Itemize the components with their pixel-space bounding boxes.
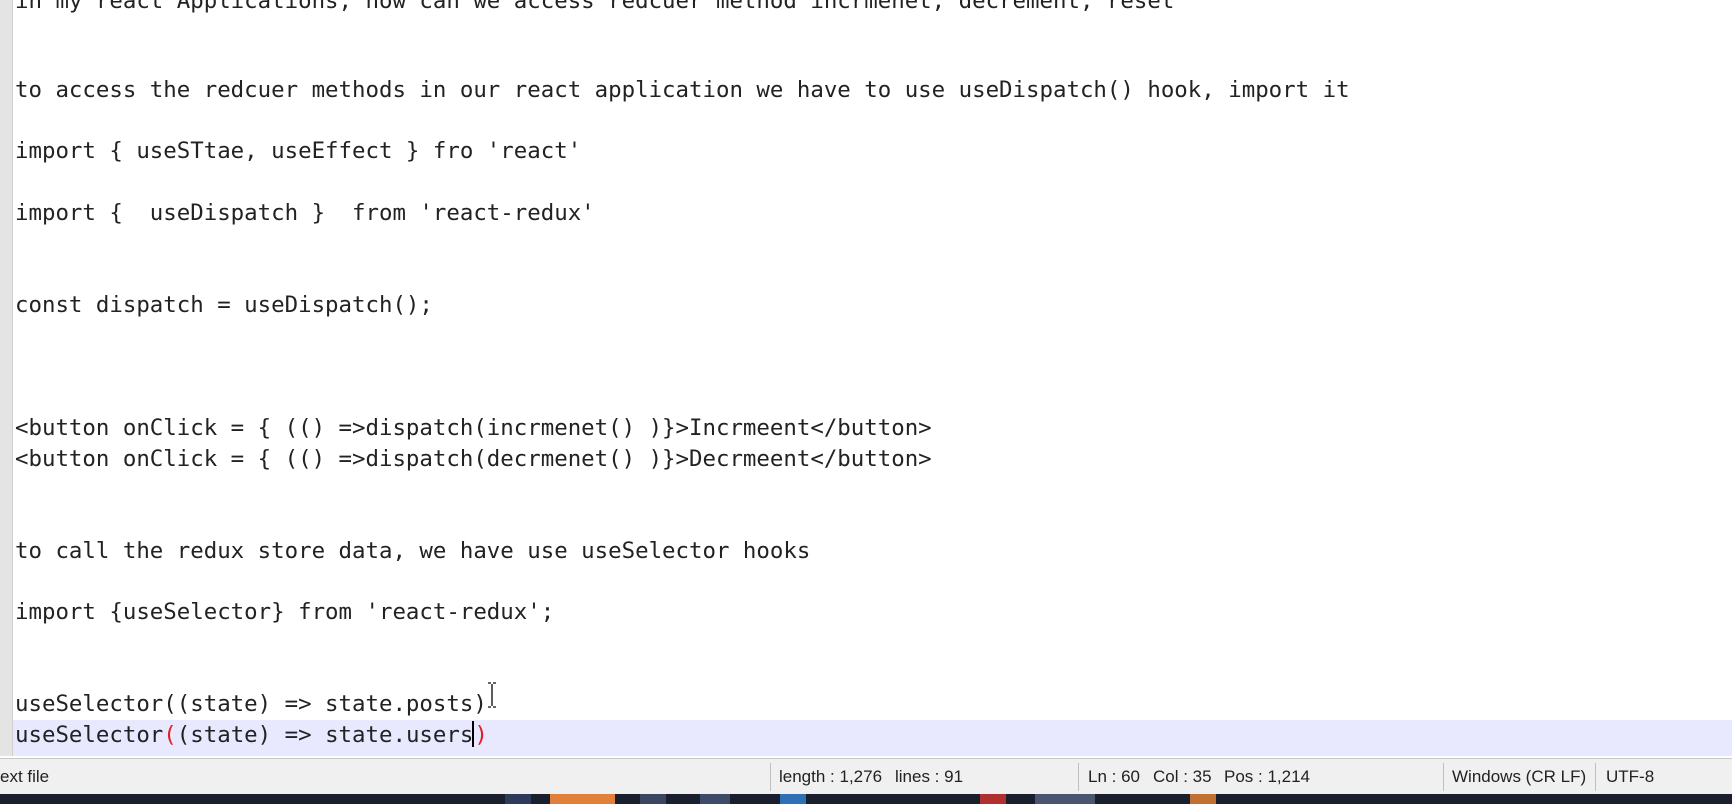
taskbar-app-icon[interactable]: [700, 794, 730, 804]
status-bar: ext file length : 1,276 lines : 91 Ln : …: [0, 758, 1732, 795]
code-line: import { useSTtae, useEffect } fro 'reac…: [15, 138, 582, 164]
taskbar-app-icon[interactable]: [1190, 794, 1216, 804]
code-line-current: useSelector((state) => state.users): [15, 720, 488, 751]
taskbar-app-icon[interactable]: [780, 794, 806, 804]
status-divider: [1595, 763, 1596, 791]
status-encoding[interactable]: UTF-8: [1606, 759, 1654, 795]
taskbar-app-icon-active[interactable]: [550, 794, 615, 804]
code-line: to call the redux store data, we have us…: [15, 538, 811, 564]
code-line: <button onClick = { (() =>dispatch(decrm…: [15, 446, 932, 472]
status-divider: [770, 763, 771, 791]
taskbar-app-icon[interactable]: [1035, 794, 1095, 804]
status-lines: lines : 91: [895, 767, 964, 786]
text-editor[interactable]: in my react Applications, how can we acc…: [0, 0, 1732, 756]
brace-match-close: ): [474, 722, 488, 748]
brace-match-open: (: [163, 722, 177, 748]
status-eol-format[interactable]: Windows (CR LF): [1452, 759, 1586, 795]
code-line: useSelector((state) => state.posts): [15, 691, 487, 717]
editor-gutter: [0, 0, 13, 756]
status-position: Pos : 1,214: [1224, 767, 1311, 786]
status-divider: [1078, 763, 1079, 791]
taskbar-app-icon[interactable]: [505, 794, 531, 804]
code-line: import {useSelector} from 'react-redux';: [15, 599, 555, 625]
code-line: const dispatch = useDispatch();: [15, 292, 433, 318]
status-divider: [1443, 763, 1444, 791]
code-line: in my react Applications, how can we acc…: [15, 0, 1175, 14]
code-token: useSelector: [15, 722, 164, 748]
status-length: length : 1,276: [779, 767, 883, 786]
status-line-number: Ln : 60: [1088, 767, 1140, 786]
taskbar-app-icon[interactable]: [980, 794, 1006, 804]
code-line: to access the redcuer methods in our rea…: [15, 77, 1350, 103]
code-token: (state) => state.users: [176, 722, 474, 748]
taskbar-app-icon[interactable]: [640, 794, 666, 804]
status-file-type: ext file: [0, 767, 50, 786]
taskbar: [0, 794, 1732, 804]
status-column: Col : 35: [1153, 767, 1212, 786]
code-line: import { useDispatch } from 'react-redux…: [15, 200, 595, 226]
code-line: <button onClick = { (() =>dispatch(incrm…: [15, 415, 932, 441]
ibeam-cursor-icon: [488, 682, 496, 708]
